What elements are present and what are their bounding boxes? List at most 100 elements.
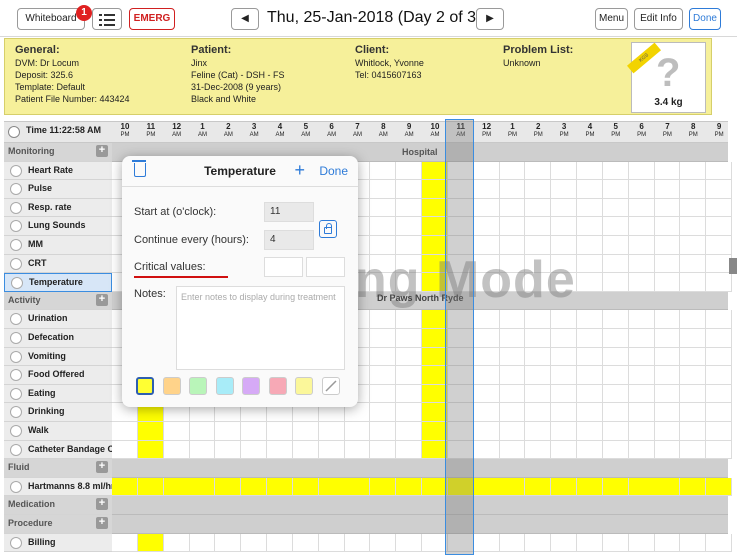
sidebar-item[interactable]: Defecation: [4, 329, 112, 348]
grid-cell[interactable]: [602, 180, 629, 199]
grid-cell[interactable]: [654, 198, 681, 218]
grid-cell[interactable]: [370, 403, 397, 422]
color-swatch[interactable]: [215, 377, 234, 395]
grid-cell[interactable]: [525, 384, 552, 404]
grid-cell[interactable]: [473, 180, 500, 199]
grid-cell[interactable]: [602, 217, 629, 236]
grid-cell[interactable]: [396, 198, 423, 218]
grid-cell[interactable]: [706, 236, 733, 255]
grid-cell[interactable]: [680, 161, 707, 181]
sidebar-item[interactable]: Pulse: [4, 180, 112, 199]
grid-cell[interactable]: [628, 217, 655, 236]
grid-cell[interactable]: [189, 440, 216, 460]
grid-cell[interactable]: [370, 384, 397, 404]
grid-cell[interactable]: [654, 217, 681, 236]
grid-cell[interactable]: [551, 422, 578, 441]
grid-cell[interactable]: [654, 236, 681, 255]
grid-cell[interactable]: [602, 477, 629, 497]
popup-done-button[interactable]: Done: [319, 164, 348, 178]
grid-cell[interactable]: [680, 366, 707, 385]
add-icon[interactable]: +: [294, 160, 305, 181]
grid-cell[interactable]: [499, 217, 526, 236]
grid-cell[interactable]: [266, 533, 293, 553]
grid-cell[interactable]: [370, 477, 397, 497]
no-color-swatch[interactable]: [321, 377, 340, 395]
grid-cell[interactable]: [292, 422, 319, 441]
grid-cell[interactable]: [654, 180, 681, 199]
done-button[interactable]: Done: [689, 8, 721, 30]
grid-cell[interactable]: [680, 254, 707, 274]
grid-cell[interactable]: [241, 533, 268, 553]
grid-cell[interactable]: [576, 329, 603, 348]
grid-cell[interactable]: [576, 254, 603, 274]
grid-cell[interactable]: [602, 329, 629, 348]
grid-cell[interactable]: [396, 384, 423, 404]
grid-cell[interactable]: [654, 366, 681, 385]
grid-cell[interactable]: [576, 366, 603, 385]
grid-cell[interactable]: [576, 310, 603, 329]
sidebar-item[interactable]: MM: [4, 236, 112, 255]
grid-cell[interactable]: [525, 161, 552, 181]
grid-cell[interactable]: [112, 440, 138, 460]
grid-cell[interactable]: [163, 422, 190, 441]
grid-cell[interactable]: [551, 366, 578, 385]
grid-cell[interactable]: [551, 161, 578, 181]
grid-cell[interactable]: [215, 422, 242, 441]
sidebar-item[interactable]: Drinking: [4, 403, 112, 422]
grid-cell[interactable]: [396, 347, 423, 367]
grid-cell[interactable]: [370, 422, 397, 441]
grid-cell[interactable]: [680, 347, 707, 367]
grid-cell[interactable]: [318, 440, 345, 460]
grid-cell[interactable]: [370, 217, 397, 236]
grid-cell[interactable]: [628, 403, 655, 422]
sidebar-item[interactable]: Catheter Bandage C: [4, 440, 112, 460]
grid-cell[interactable]: [292, 440, 319, 460]
add-icon[interactable]: +: [96, 145, 108, 157]
sidebar-item[interactable]: Hartmanns 8.8 ml/hr: [4, 477, 112, 497]
grid-cell[interactable]: [396, 533, 423, 553]
grid-cell[interactable]: [706, 310, 733, 329]
sidebar-section-header[interactable]: Procedure +: [4, 515, 112, 534]
grid-cell[interactable]: [318, 477, 345, 497]
sidebar-item[interactable]: Billing: [4, 533, 112, 553]
grid-cell[interactable]: [602, 422, 629, 441]
grid-cell[interactable]: [499, 180, 526, 199]
color-swatch[interactable]: [189, 377, 207, 395]
grid-cell[interactable]: [602, 310, 629, 329]
grid-cell[interactable]: [344, 422, 371, 441]
grid-cell[interactable]: [654, 161, 681, 181]
color-swatch[interactable]: [136, 377, 154, 395]
grid-cell[interactable]: [499, 422, 526, 441]
sidebar-item[interactable]: Vomiting: [4, 347, 112, 367]
grid-cell[interactable]: [654, 403, 681, 422]
grid-cell[interactable]: [473, 310, 500, 329]
grid-cell[interactable]: [576, 422, 603, 441]
grid-cell[interactable]: [551, 533, 578, 553]
grid-cell[interactable]: [473, 198, 500, 218]
next-day-button[interactable]: ▶: [476, 8, 504, 30]
grid-cell[interactable]: [241, 422, 268, 441]
grid-cell[interactable]: [370, 310, 397, 329]
grid-cell[interactable]: [680, 403, 707, 422]
grid-cell[interactable]: [499, 440, 526, 460]
grid-cell[interactable]: [525, 422, 552, 441]
grid-cell[interactable]: [112, 422, 138, 441]
grid-cell[interactable]: [551, 180, 578, 199]
grid-cell[interactable]: [525, 477, 552, 497]
grid-cell[interactable]: [396, 217, 423, 236]
grid-cell[interactable]: [215, 477, 242, 497]
grid-cell[interactable]: [680, 422, 707, 441]
grid-cell[interactable]: [602, 533, 629, 553]
grid-cell[interactable]: [706, 273, 733, 292]
grid-cell[interactable]: [499, 347, 526, 367]
grid-cell[interactable]: [499, 366, 526, 385]
grid-cell[interactable]: [706, 477, 733, 497]
edit-info-button[interactable]: Edit Info: [634, 8, 683, 30]
sidebar-item[interactable]: Heart Rate: [4, 161, 112, 181]
grid-cell[interactable]: [473, 533, 500, 553]
grid-cell[interactable]: [706, 533, 733, 553]
grid-cell[interactable]: [396, 403, 423, 422]
grid-cell[interactable]: [576, 273, 603, 292]
sidebar-item[interactable]: CRT: [4, 254, 112, 274]
grid-cell[interactable]: [241, 477, 268, 497]
